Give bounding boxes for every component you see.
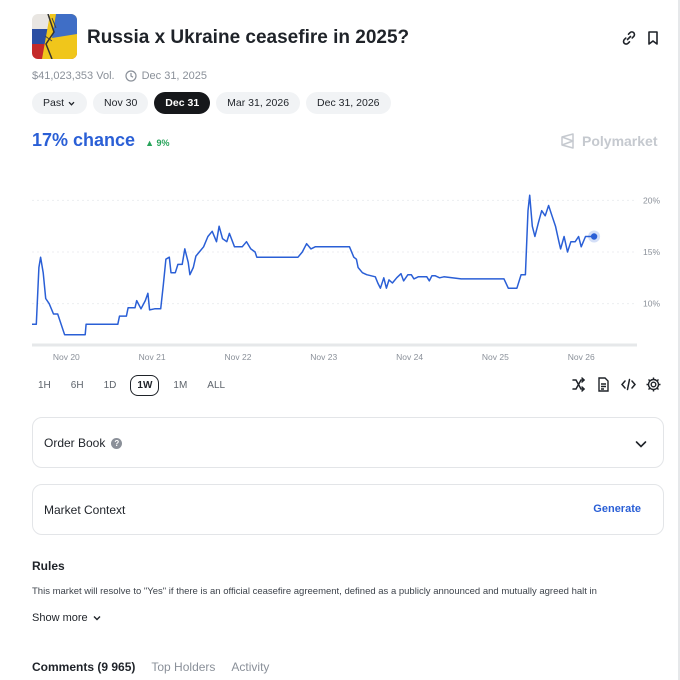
date-pill-past[interactable]: Past	[32, 92, 88, 114]
volume-text: $41,023,353 Vol.	[32, 70, 115, 82]
time-range-selector: 1H 6H 1D 1W 1M ALL	[32, 375, 231, 396]
document-icon[interactable]	[595, 376, 612, 393]
shuffle-icon[interactable]	[570, 376, 587, 393]
end-date-text: Dec 31, 2025	[141, 70, 208, 82]
x-tick-label: Nov 23	[310, 352, 337, 362]
market-header: Russia x Ukraine ceasefire in 2025?	[32, 14, 666, 62]
range-1w[interactable]: 1W	[130, 375, 160, 396]
date-pill-label: Dec 31	[165, 97, 200, 109]
triangle-up-icon: ▲	[145, 138, 154, 148]
range-all[interactable]: ALL	[201, 376, 231, 395]
chance-delta-value: 9%	[156, 138, 170, 148]
bookmark-icon[interactable]	[644, 29, 662, 47]
polymarket-icon	[561, 133, 574, 149]
current-point	[590, 233, 598, 240]
chance-value: 17% chance	[32, 130, 136, 150]
range-6h[interactable]: 6H	[65, 376, 90, 395]
brand-name: Polymarket	[582, 133, 658, 149]
price-chart[interactable]: 20% 15% 10% Nov 20 Nov 21 Nov 22 Nov 23 Nov 24 N…	[0, 170, 680, 370]
y-tick-label: 20%	[643, 195, 660, 205]
rules-text: This market will resolve to "Yes" if the…	[32, 586, 597, 597]
show-more-button[interactable]: Show more	[32, 612, 102, 624]
rules-heading: Rules	[32, 559, 65, 573]
link-icon[interactable]	[620, 29, 638, 47]
date-pill-label: Nov 30	[104, 97, 138, 109]
x-tick-label: Nov 24	[396, 352, 423, 362]
end-date: Dec 31, 2025	[124, 70, 208, 82]
date-pill-nov-30[interactable]: Nov 30	[93, 92, 149, 114]
date-selector: Past Nov 30 Dec 31 Mar 31, 2026 Dec 31, …	[32, 92, 391, 114]
x-tick-label: Nov 20	[53, 352, 80, 362]
range-1d[interactable]: 1D	[98, 376, 123, 395]
chart-tools	[570, 376, 662, 393]
tab-top-holders[interactable]: Top Holders	[151, 660, 215, 674]
order-book-header: Order Book ?	[44, 436, 123, 450]
date-pill-dec-31-2026[interactable]: Dec 31, 2026	[306, 92, 391, 114]
x-tick-label: Nov 25	[482, 352, 509, 362]
order-book-label: Order Book	[44, 436, 106, 450]
date-pill-label: Past	[43, 97, 65, 109]
market-flag-image	[32, 14, 77, 59]
market-context-label: Market Context	[44, 503, 126, 517]
clock-icon	[124, 70, 137, 82]
x-tick-label: Nov 26	[568, 352, 595, 362]
date-pill-mar-31-2026[interactable]: Mar 31, 2026	[216, 92, 301, 114]
tab-activity[interactable]: Activity	[231, 660, 269, 674]
polymarket-logo: Polymarket	[560, 133, 657, 149]
market-context-panel: Market Context Generate	[32, 484, 664, 535]
settings-gear-icon[interactable]	[645, 376, 662, 393]
chevron-down-icon[interactable]	[633, 436, 649, 452]
show-more-label: Show more	[32, 612, 88, 624]
y-tick-label: 15%	[643, 247, 660, 257]
chance-delta: ▲ 9%	[145, 138, 169, 148]
tab-comments[interactable]: Comments (9 965)	[32, 660, 135, 674]
series-line	[32, 194, 595, 336]
odds-summary: 17% chance ▲ 9%	[32, 130, 170, 151]
range-1m[interactable]: 1M	[167, 376, 193, 395]
date-pill-label: Mar 31, 2026	[227, 97, 290, 109]
bottom-tabs: Comments (9 965) Top Holders Activity	[32, 660, 269, 674]
x-tick-label: Nov 22	[224, 352, 251, 362]
chevron-down-icon	[68, 101, 75, 106]
chevron-down-icon	[93, 616, 101, 621]
y-tick-label: 10%	[643, 299, 660, 309]
embed-code-icon[interactable]	[620, 376, 637, 393]
generate-button[interactable]: Generate	[593, 503, 641, 515]
date-pill-label: Dec 31, 2026	[317, 97, 380, 109]
range-1h[interactable]: 1H	[32, 376, 57, 395]
market-meta: $41,023,353 Vol. Dec 31, 2025	[32, 70, 207, 82]
order-book-panel[interactable]: Order Book ?	[32, 417, 664, 468]
help-icon[interactable]: ?	[111, 437, 123, 449]
x-tick-label: Nov 21	[139, 352, 166, 362]
date-pill-dec-31[interactable]: Dec 31	[154, 92, 211, 114]
page-title: Russia x Ukraine ceasefire in 2025?	[87, 27, 410, 48]
